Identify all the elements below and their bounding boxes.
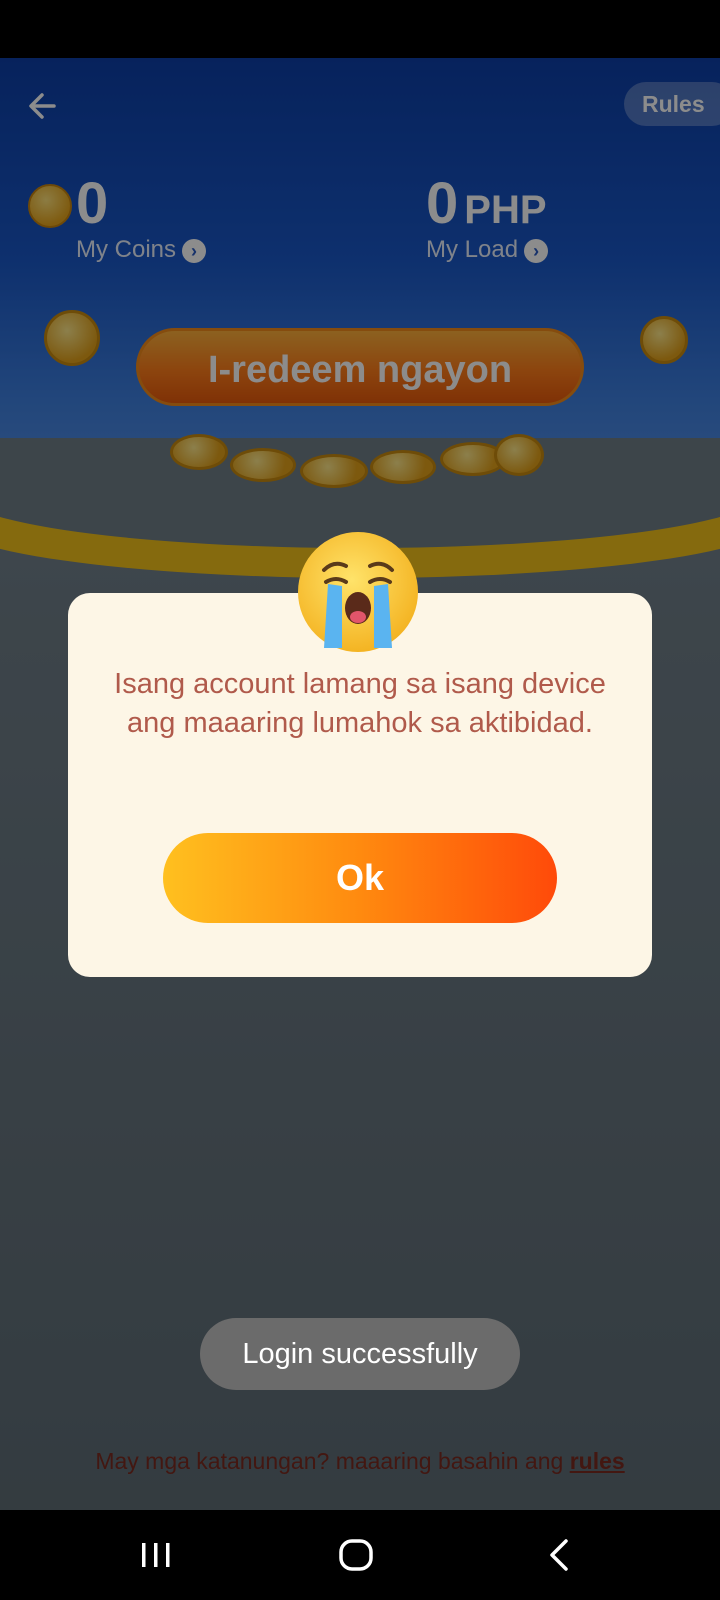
back-icon[interactable] — [540, 1535, 580, 1575]
recent-apps-icon[interactable] — [136, 1535, 176, 1575]
ok-button[interactable]: Ok — [163, 833, 557, 923]
status-bar — [0, 0, 720, 58]
dialog-message: Isang account lamang sa isang device ang… — [114, 668, 606, 739]
crying-face-icon — [298, 532, 418, 652]
app-screen: Rules 0 My Coins › 0 PHP My Load › I-redeem… — [0, 58, 720, 1510]
system-nav-bar — [0, 1510, 720, 1600]
home-icon[interactable] — [336, 1535, 376, 1575]
toast-message: Login successfully — [200, 1318, 520, 1390]
